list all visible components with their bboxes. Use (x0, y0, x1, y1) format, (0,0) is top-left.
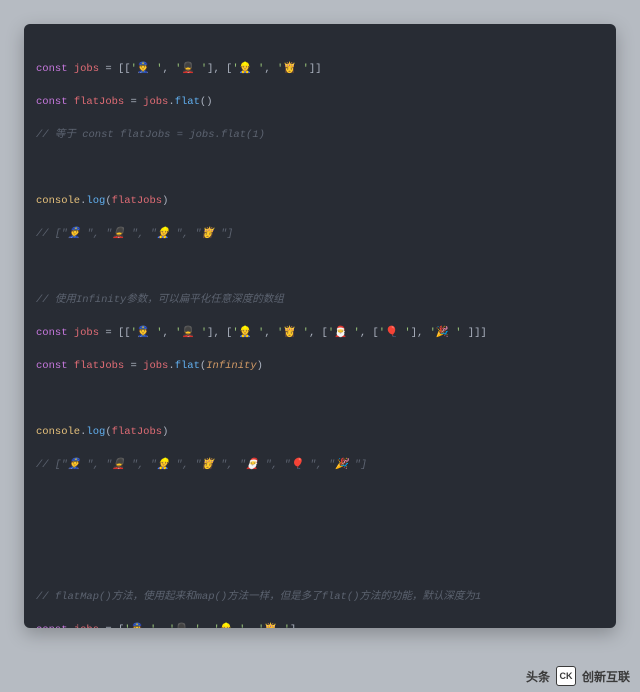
code-block: const jobs = [['👮 ', '💂 '], ['👷 ', '👸 ']… (24, 24, 616, 628)
footer-text-right: 创新互联 (582, 668, 630, 685)
comment: // flatMap()方法，使用起来和map()方法一样，但是多了flat()… (36, 589, 604, 606)
footer-text-left: 头条 (526, 668, 550, 685)
watermark-footer: 头条 CK 创新互联 (526, 666, 630, 686)
brand-logo-icon: CK (556, 666, 576, 686)
comment: // 使用Infinity参数，可以扁平化任意深度的数组 (36, 292, 604, 309)
comment: // ["👮 ", "💂 ", "👷 ", "👸 "] (36, 226, 604, 243)
comment: // 等于 const flatJobs = jobs.flat(1) (36, 127, 604, 144)
comment: // ["👮 ", "💂 ", "👷 ", "👸 ", "🎅 ", "🎈 ", … (36, 457, 604, 474)
